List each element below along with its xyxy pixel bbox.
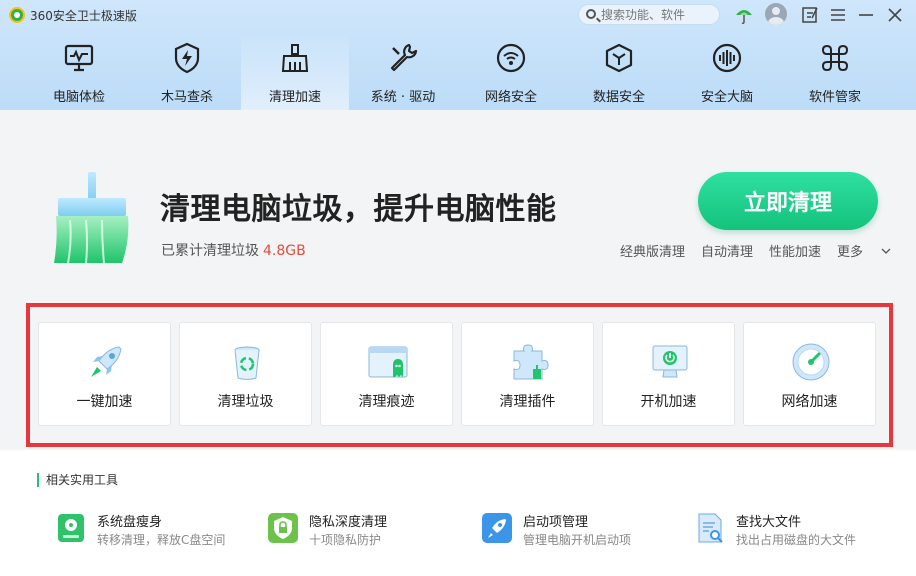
tool-system-disk-slim[interactable]: 系统盘瘦身 转移清理，释放C盘空间	[55, 510, 255, 550]
umbrella-icon[interactable]	[734, 5, 754, 25]
nav-label: 数据安全	[592, 90, 645, 105]
hero-title: 清理电脑垃圾，提升电脑性能	[160, 192, 557, 227]
rocket-icon	[91, 346, 122, 377]
close-icon[interactable]	[885, 5, 905, 25]
wifi-icon	[496, 43, 526, 73]
feature-boot-speedup[interactable]: 开机加速	[602, 322, 735, 426]
nav-item-data-security[interactable]: 数据安全	[565, 36, 673, 110]
more-link[interactable]: 更多	[837, 241, 891, 260]
tool-name: 查找大文件	[736, 515, 802, 530]
tool-startup-manager[interactable]: 启动项管理 管理电脑开机启动项	[481, 510, 681, 550]
search-input[interactable]	[601, 6, 713, 23]
feature-clean-junk[interactable]: 清理垃圾	[179, 322, 312, 426]
nav-item-system-driver[interactable]: 系统 · 驱动	[349, 36, 457, 110]
avatar[interactable]	[765, 3, 787, 25]
privacy-shield-icon	[268, 513, 298, 543]
card-label: 网络加速	[781, 394, 838, 410]
browser-ghost-icon	[368, 346, 408, 378]
nav-label: 电脑体检	[52, 90, 105, 105]
tool-desc: 管理电脑开机启动项	[523, 533, 632, 547]
classic-clean-link[interactable]: 经典版清理	[620, 241, 685, 260]
nav-label: 安全大脑	[700, 90, 753, 105]
chevron-down-icon	[881, 248, 891, 254]
speedometer-icon	[792, 343, 830, 381]
tool-find-large-files[interactable]: 查找大文件 找出占用磁盘的大文件	[694, 510, 894, 550]
broom-illustration-icon	[54, 172, 129, 264]
header: 360安全卫士极速版 电脑体检 木马查杀	[0, 0, 916, 110]
app-title: 360安全卫士极速版	[30, 9, 137, 23]
title-bar: 360安全卫士极速版	[0, 0, 916, 30]
feature-clean-plugins[interactable]: 清理插件	[461, 322, 594, 426]
nav-label: 清理加速	[268, 90, 321, 105]
feature-one-click-speedup[interactable]: 一键加速	[38, 322, 171, 426]
nav-item-network-security[interactable]: 网络安全	[457, 36, 565, 110]
puzzle-icon	[513, 344, 549, 380]
wrench-icon	[390, 43, 418, 72]
card-label: 清理插件	[499, 394, 556, 410]
tool-name: 系统盘瘦身	[97, 515, 163, 530]
feedback-icon[interactable]	[800, 5, 820, 25]
tool-desc: 找出占用磁盘的大文件	[736, 533, 857, 547]
shield-bolt-icon	[174, 42, 200, 74]
cleaned-total: 已累计清理垃圾 4.8GB	[161, 240, 306, 260]
brain-icon	[712, 43, 742, 73]
startup-rocket-icon	[482, 513, 512, 543]
feature-network-speedup[interactable]: 网络加速	[743, 322, 876, 426]
broom-icon	[281, 44, 309, 72]
tool-name: 隐私深度清理	[309, 515, 388, 530]
menu-icon[interactable]	[828, 5, 848, 25]
nav-item-security-brain[interactable]: 安全大脑	[673, 36, 781, 110]
main-nav: 电脑体检 木马查杀 清理加速 系统 · 驱动 网络安全 数据安全 安全大脑 软件…	[25, 36, 891, 110]
card-label: 一键加速	[76, 394, 133, 410]
search-box[interactable]	[578, 4, 720, 25]
performance-boost-link[interactable]: 性能加速	[769, 241, 821, 260]
disk-icon	[58, 514, 84, 542]
card-label: 清理垃圾	[217, 394, 274, 410]
hero-links: 经典版清理 自动清理 性能加速 更多	[620, 241, 891, 260]
more-label: 更多	[837, 245, 864, 260]
monitor-icon	[64, 44, 94, 72]
tool-name: 启动项管理	[523, 515, 589, 530]
nav-label: 软件管家	[808, 90, 861, 105]
file-search-icon	[698, 513, 723, 543]
clean-now-button[interactable]: 立即清理	[698, 172, 878, 230]
nav-label: 木马查杀	[160, 90, 213, 105]
nav-item-software-manager[interactable]: 软件管家	[781, 36, 889, 110]
feature-clean-traces[interactable]: 清理痕迹	[320, 322, 453, 426]
power-monitor-icon	[652, 345, 688, 378]
tools-section-title: 相关实用工具	[37, 473, 118, 487]
nav-label: 系统 · 驱动	[370, 90, 436, 105]
card-label: 开机加速	[640, 394, 697, 410]
cleaned-total-amount: 4.8GB	[263, 243, 306, 259]
minimize-icon[interactable]	[856, 5, 876, 25]
tool-desc: 十项隐私防护	[309, 533, 382, 547]
cleaned-total-label: 已累计清理垃圾	[161, 243, 259, 259]
search-icon	[586, 9, 596, 19]
apps-icon	[821, 44, 849, 72]
feature-cards: 一键加速 清理垃圾 清理痕迹 清理插件 开机加速 网络加速	[38, 322, 878, 426]
nav-item-trojan-scan[interactable]: 木马查杀	[133, 36, 241, 110]
nav-item-pc-checkup[interactable]: 电脑体检	[25, 36, 133, 110]
nav-item-clean-speedup[interactable]: 清理加速	[241, 36, 349, 110]
tool-desc: 转移清理，释放C盘空间	[97, 533, 226, 547]
app-logo-icon	[9, 7, 25, 23]
cube-icon	[605, 43, 633, 73]
auto-clean-link[interactable]: 自动清理	[701, 241, 753, 260]
card-label: 清理痕迹	[358, 394, 415, 410]
tool-privacy-deep-clean[interactable]: 隐私深度清理 十项隐私防护	[267, 510, 467, 550]
nav-label: 网络安全	[484, 90, 537, 105]
recycle-bin-icon	[234, 346, 260, 380]
